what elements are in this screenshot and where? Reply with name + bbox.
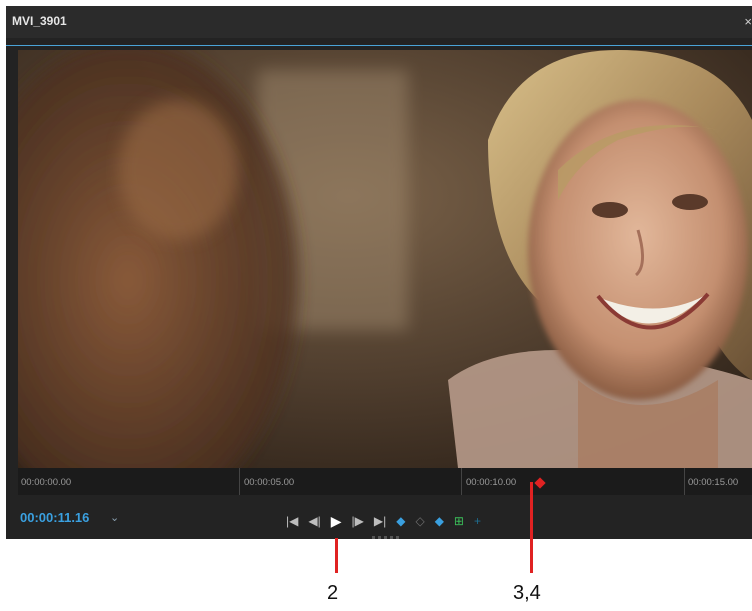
source-monitor-window: MVI_3901 × 00:00:00.00 00:00:05.00 00:00… [6,6,752,539]
timecode-label-10: 00:00:10.00 [466,477,517,488]
ruler-tick [461,468,462,495]
callout-line-2 [335,538,338,573]
playhead-marker[interactable] [534,477,546,489]
timecode-label-15: 00:00:15.00 [688,477,739,488]
callout-label-2: 2 [327,582,339,604]
timeline-ruler[interactable]: 00:00:00.00 00:00:05.00 00:00:10.00 00:0… [18,468,752,495]
panel-resize-grip[interactable] [372,536,402,539]
step-back-icon[interactable]: ◀| [308,514,320,528]
mark-out-icon[interactable]: ◆ [435,514,444,528]
transport-controls: |◀ ◀| ▶ |▶ ▶| ◆ ◇ ◆ ⊞ + [286,512,491,530]
title-bar: MVI_3901 × [6,6,752,38]
timecode-label-5: 00:00:05.00 [244,477,295,488]
callout-label-3-4: 3,4 [513,582,541,604]
video-frame[interactable] [18,50,752,468]
timecode-label-0: 00:00:00.00 [21,477,72,488]
close-icon[interactable]: × [744,14,752,29]
clear-marker-icon[interactable]: ◇ [415,514,424,528]
panel-highlight-line [6,45,752,46]
play-icon[interactable]: ▶ [331,514,342,528]
video-frame-image [18,50,752,468]
step-forward-icon[interactable]: |▶ [352,514,364,528]
add-marker-icon[interactable]: ⊞ [454,514,464,528]
chevron-down-icon[interactable]: ⌄ [110,511,119,524]
ruler-tick [239,468,240,495]
go-to-in-icon[interactable]: |◀ [286,514,298,528]
mark-in-icon[interactable]: ◆ [396,514,405,528]
current-timecode[interactable]: 00:00:11.16 [20,510,89,525]
ruler-tick [684,468,685,495]
insert-icon[interactable]: + [474,514,481,528]
callout-line-3-4 [530,482,533,573]
go-to-out-icon[interactable]: ▶| [374,514,386,528]
clip-title: MVI_3901 [12,14,67,28]
